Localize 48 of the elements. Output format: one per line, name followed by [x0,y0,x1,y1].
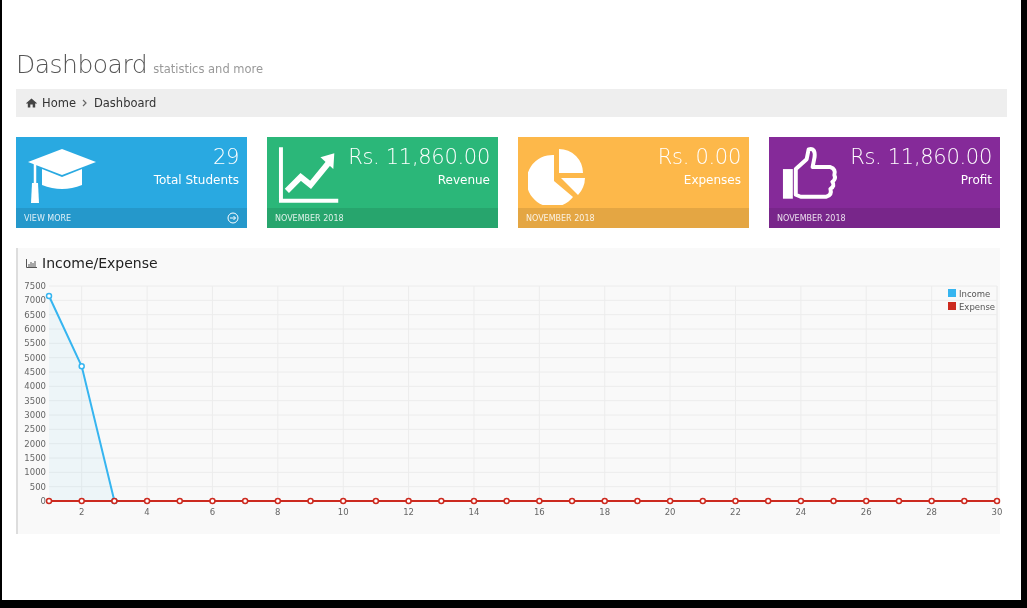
y-tick-label: 0 [40,496,46,506]
card-date: NOVEMBER 2018 [275,213,344,223]
x-tick-label: 16 [533,507,545,517]
x-tick-label: 4 [144,507,150,517]
stat-label: Revenue [437,173,490,187]
x-tick-label: 24 [795,507,807,517]
y-tick-label: 5000 [24,352,46,363]
stat-value: 29 [212,145,239,169]
y-tick-label: 2000 [24,438,46,449]
y-tick-label: 500 [29,481,46,492]
stat-value: Rs. 11,860.00 [850,145,992,169]
y-tick-label: 3000 [24,410,46,420]
y-tick-label: 4000 [24,381,46,392]
legend-label: Income [959,288,991,299]
y-tick-label: 1500 [24,453,46,463]
stat-label: Total Students [153,173,239,187]
y-tick-label: 2500 [24,424,46,435]
x-tick-label: 28 [926,507,938,517]
stat-value: Rs. 0.00 [657,145,741,169]
stat-value: Rs. 11,860.00 [348,145,490,169]
stat-label: Profit [960,173,992,187]
x-tick-label: 8 [275,507,281,517]
chart-title: Income/Expense [42,255,158,271]
x-tick-label: 2 [79,507,85,517]
page-title: Dashboard [16,50,148,79]
stat-label: Expenses [683,173,741,187]
x-tick-label: 12 [403,507,414,517]
x-tick-label: 10 [337,507,349,517]
x-tick-label: 6 [209,507,216,517]
x-tick-label: 18 [599,507,611,517]
x-tick-label: 20 [664,507,676,517]
y-tick-label: 1000 [24,467,46,478]
card-date: NOVEMBER 2018 [777,213,846,223]
x-tick-label: 26 [860,507,872,517]
page-subtitle: statistics and more [153,62,264,76]
x-tick-label: 14 [468,507,480,517]
breadcrumb-current: Dashboard [93,96,157,110]
y-tick-label: 7500 [24,281,46,291]
y-tick-label: 7000 [24,295,46,306]
y-tick-label: 5500 [24,338,46,349]
legend-label: Expense [959,301,996,312]
x-tick-label: 22 [730,507,741,517]
card-date: NOVEMBER 2018 [526,213,595,223]
y-tick-label: 6500 [24,309,46,320]
y-tick-label: 4500 [24,367,46,377]
y-tick-label: 3500 [24,395,46,406]
y-tick-label: 6000 [24,324,46,334]
x-tick-label: 30 [991,507,1003,517]
